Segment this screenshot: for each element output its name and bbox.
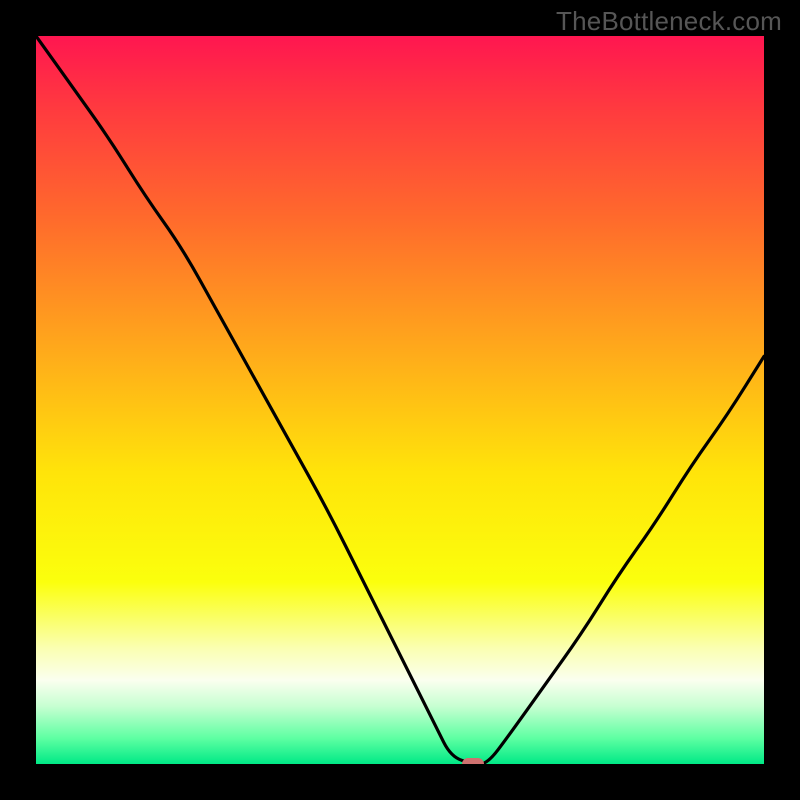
- watermark-text: TheBottleneck.com: [556, 6, 782, 37]
- plot-area: [36, 36, 764, 764]
- bottleneck-curve: [36, 36, 764, 764]
- optimum-marker: [462, 758, 484, 764]
- chart-frame: TheBottleneck.com: [0, 0, 800, 800]
